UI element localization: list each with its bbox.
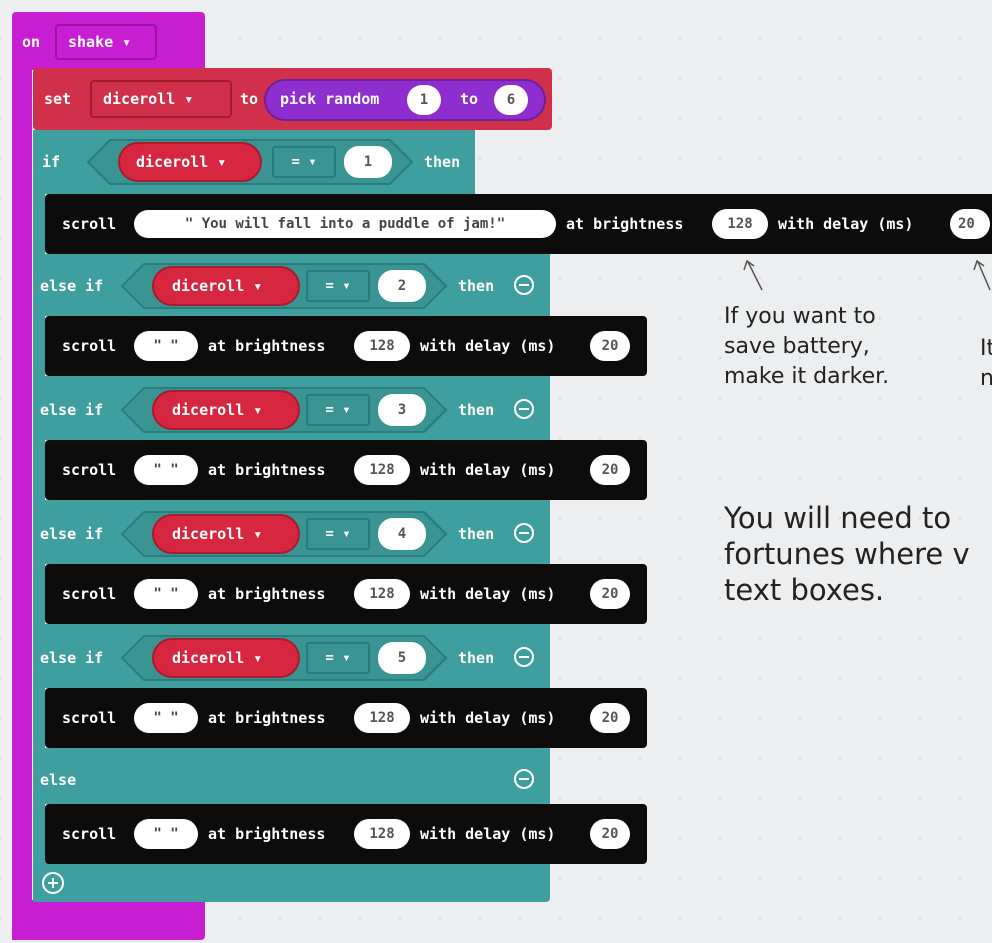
brightness-label-3: at brightness [208,461,326,479]
diceroll-label-3: diceroll ▾ [172,401,263,419]
delay-input-6[interactable]: 20 [590,819,630,849]
brightness-input-3[interactable]: 128 [354,455,410,485]
remove-else-if-minus-icon-3[interactable] [514,399,534,419]
delay-input-2[interactable]: 20 [590,331,630,361]
brightness-arrow-icon [743,259,763,291]
delay-label-1: with delay (ms) [778,215,914,233]
diceroll-label-1: diceroll ▾ [136,153,227,171]
delay-label-2: with delay (ms) [420,337,556,355]
then-keyword-2: then [458,277,495,295]
delay-input-3[interactable]: 20 [590,455,630,485]
scroll-keyword-1: scroll [62,215,117,233]
then-keyword-4: then [458,525,495,543]
scroll-text-input-3[interactable]: " " [134,455,198,485]
delay-label-4: with delay (ms) [420,585,556,603]
operator-dropdown-5[interactable]: = ▾ [306,642,370,674]
remove-else-if-minus-icon-4[interactable] [514,523,534,543]
delay-input-5[interactable]: 20 [590,703,630,733]
remove-else-minus-icon[interactable] [514,769,534,789]
else-keyword: else [40,771,77,789]
condition-value-5[interactable]: 5 [378,642,426,674]
brightness-label-2: at brightness [208,337,326,355]
then-keyword-5: then [458,649,495,667]
set-keyword: set [44,90,72,108]
random-max-input[interactable]: 6 [494,85,528,115]
diceroll-label-4: diceroll ▾ [172,525,263,543]
add-else-if-plus-icon[interactable] [42,872,64,894]
scroll-keyword-4: scroll [62,585,117,603]
then-keyword-1: then [424,153,461,171]
condition-value-4[interactable]: 4 [378,518,426,550]
brightness-input-6[interactable]: 128 [354,819,410,849]
brightness-label-1: at brightness [566,215,684,233]
instructions-note: You will need to fortunes where v text b… [724,501,970,607]
delay-arrow-icon [973,259,991,291]
brightness-input-4[interactable]: 128 [354,579,410,609]
pick-random-label: pick random [280,90,380,108]
delay-input-1[interactable]: 20 [950,209,990,239]
operator-dropdown-3[interactable]: = ▾ [306,394,370,426]
delay-input-4[interactable]: 20 [590,579,630,609]
range-to-keyword: to [460,90,479,108]
diceroll-label-5: diceroll ▾ [172,649,263,667]
event-block-bottom [12,900,205,940]
delay-note: It n [980,336,992,391]
scroll-keyword-2: scroll [62,337,117,355]
event-block-left-rail [12,60,32,940]
brightness-label-4: at brightness [208,585,326,603]
operator-dropdown-4[interactable]: = ▾ [306,518,370,550]
if-block-bottom [33,862,550,902]
scroll-text-input-2[interactable]: " " [134,331,198,361]
delay-label-3: with delay (ms) [420,461,556,479]
condition-value-3[interactable]: 3 [378,394,426,426]
brightness-input-1[interactable]: 128 [712,209,768,239]
delay-label-6: with delay (ms) [420,825,556,843]
diceroll-label-2: diceroll ▾ [172,277,263,295]
brightness-input-2[interactable]: 128 [354,331,410,361]
scroll-keyword-3: scroll [62,461,117,479]
else-if-keyword-3: else if [40,401,104,419]
operator-dropdown-2[interactable]: = ▾ [306,270,370,302]
on-keyword: on [22,33,41,51]
random-min-input[interactable]: 1 [407,85,441,115]
scroll-text-input-1[interactable]: " You will fall into a puddle of jam!" [134,210,556,238]
condition-value-1[interactable]: 1 [344,146,392,178]
else-if-keyword-5: else if [40,649,104,667]
else-row[interactable] [33,748,550,804]
then-keyword-3: then [458,401,495,419]
else-if-keyword-2: else if [40,277,104,295]
delay-label-5: with delay (ms) [420,709,556,727]
brightness-label-5: at brightness [208,709,326,727]
variable-dropdown-label: diceroll ▾ [103,90,194,108]
condition-value-2[interactable]: 2 [378,270,426,302]
else-if-keyword-4: else if [40,525,104,543]
brightness-note: If you want to save battery, make it dar… [724,304,890,389]
if-keyword: if [42,153,61,171]
remove-else-if-minus-icon-2[interactable] [514,275,534,295]
scroll-text-input-5[interactable]: " " [134,703,198,733]
scroll-keyword-5: scroll [62,709,117,727]
scroll-text-input-4[interactable]: " " [134,579,198,609]
brightness-input-5[interactable]: 128 [354,703,410,733]
brightness-label-6: at brightness [208,825,326,843]
event-dropdown-label: shake ▾ [68,33,132,51]
remove-else-if-minus-icon-5[interactable] [514,647,534,667]
scroll-keyword-6: scroll [62,825,117,843]
scroll-text-input-6[interactable]: " " [134,819,198,849]
to-keyword: to [240,90,259,108]
operator-dropdown-1[interactable]: = ▾ [272,146,336,178]
